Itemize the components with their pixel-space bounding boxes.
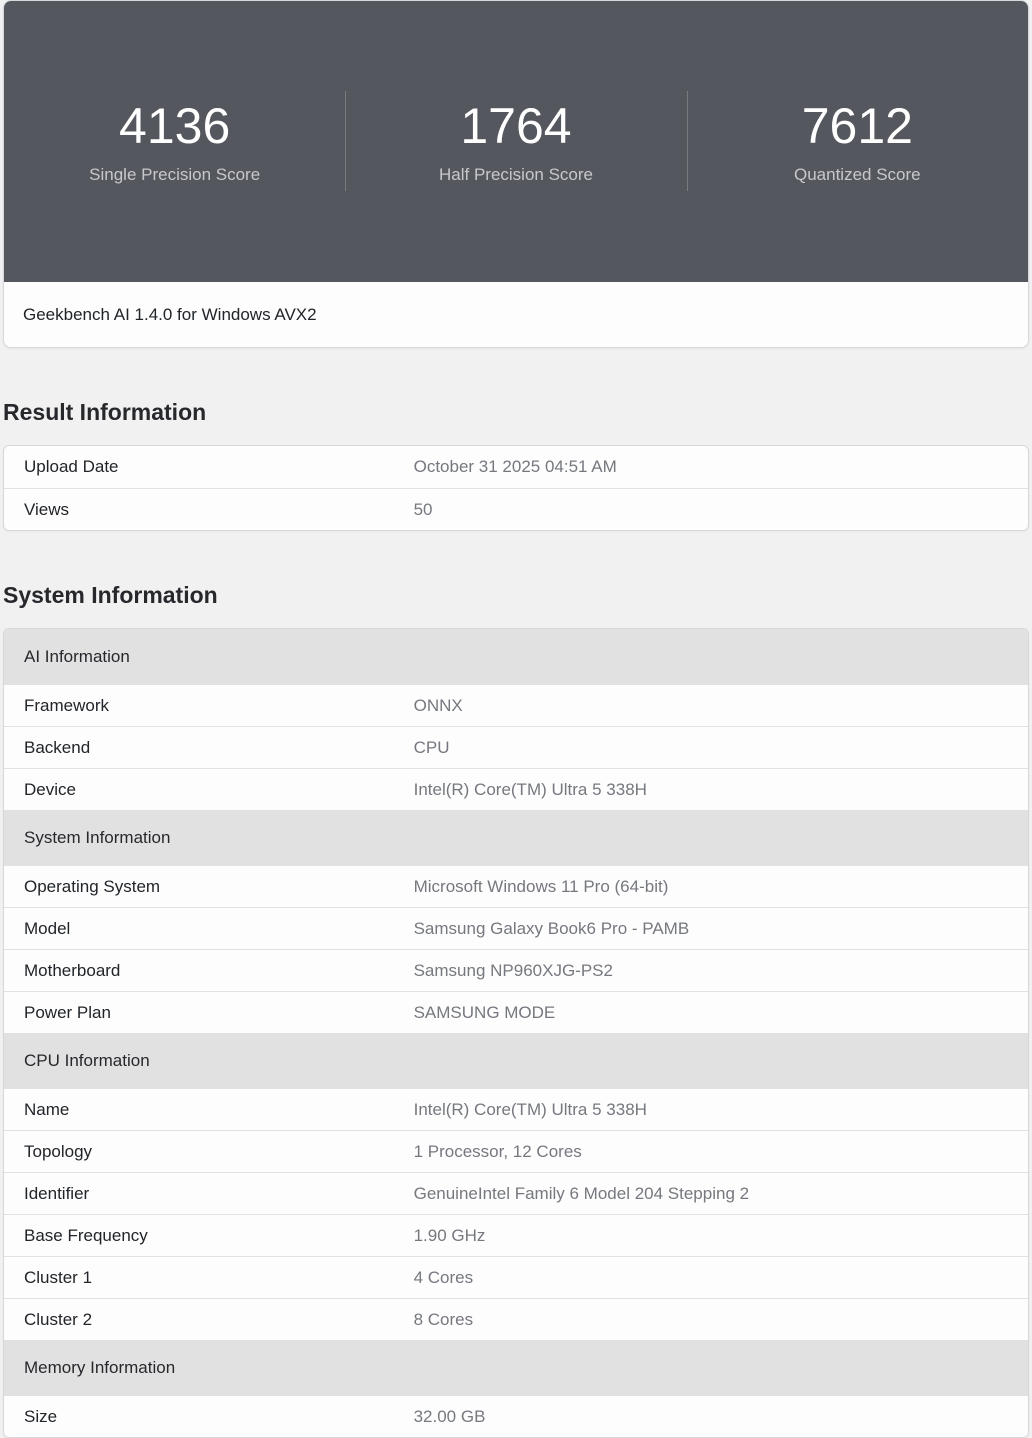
half-precision-score-label: Half Precision Score	[345, 165, 686, 185]
row-label: Views	[4, 500, 414, 520]
quantized-score: 7612 Quantized Score	[687, 98, 1028, 185]
row-label: Cluster 1	[4, 1268, 414, 1288]
table-row: Motherboard Samsung NP960XJG-PS2	[4, 949, 1028, 991]
row-value: Samsung NP960XJG-PS2	[414, 961, 629, 981]
table-row: Size 32.00 GB	[4, 1395, 1028, 1437]
page-container: 4136 Single Precision Score 1764 Half Pr…	[3, 0, 1029, 1438]
table-row: Backend CPU	[4, 726, 1028, 768]
single-precision-score-label: Single Precision Score	[4, 165, 345, 185]
row-label: Motherboard	[4, 961, 414, 981]
row-label: Operating System	[4, 877, 414, 897]
score-divider	[687, 91, 688, 191]
row-value: 1.90 GHz	[414, 1226, 502, 1246]
table-row: Operating System Microsoft Windows 11 Pr…	[4, 865, 1028, 907]
table-row: Framework ONNX	[4, 684, 1028, 726]
table-row: Cluster 1 4 Cores	[4, 1256, 1028, 1298]
section-band-title: System Information	[24, 828, 170, 848]
row-value: Intel(R) Core(TM) Ultra 5 338H	[414, 1100, 663, 1120]
system-information-heading: System Information	[3, 582, 1029, 608]
row-label: Cluster 2	[4, 1310, 414, 1330]
row-value: Samsung Galaxy Book6 Pro - PAMB	[414, 919, 706, 939]
row-value: 4 Cores	[414, 1268, 490, 1288]
row-label: Device	[4, 780, 414, 800]
row-value: Intel(R) Core(TM) Ultra 5 338H	[414, 780, 663, 800]
quantized-score-value: 7612	[687, 102, 1028, 150]
single-precision-score: 4136 Single Precision Score	[4, 98, 345, 185]
score-divider	[345, 91, 346, 191]
row-value: 50	[414, 500, 449, 520]
row-value: Microsoft Windows 11 Pro (64-bit)	[414, 877, 685, 897]
row-value: SAMSUNG MODE	[414, 1003, 572, 1023]
score-card: 4136 Single Precision Score 1764 Half Pr…	[3, 0, 1029, 348]
row-label: Name	[4, 1100, 414, 1120]
row-label: Model	[4, 919, 414, 939]
row-value: GenuineIntel Family 6 Model 204 Stepping…	[414, 1184, 765, 1204]
row-value: 1 Processor, 12 Cores	[414, 1142, 598, 1162]
benchmark-version-bar: Geekbench AI 1.4.0 for Windows AVX2	[4, 282, 1028, 347]
section-band-system-information: System Information	[4, 810, 1028, 865]
row-label: Identifier	[4, 1184, 414, 1204]
table-row: Views 50	[4, 488, 1028, 530]
section-band-ai-information: AI Information	[4, 629, 1028, 684]
row-label: Framework	[4, 696, 414, 716]
row-value: CPU	[414, 738, 466, 758]
half-precision-score-value: 1764	[345, 102, 686, 150]
row-label: Base Frequency	[4, 1226, 414, 1246]
row-label: Size	[4, 1407, 414, 1427]
result-information-heading: Result Information	[3, 399, 1029, 425]
row-label: Power Plan	[4, 1003, 414, 1023]
single-precision-score-value: 4136	[4, 102, 345, 150]
section-band-title: AI Information	[24, 647, 130, 667]
section-band-title: Memory Information	[24, 1358, 175, 1378]
table-row: Upload Date October 31 2025 04:51 AM	[4, 446, 1028, 488]
row-label: Topology	[4, 1142, 414, 1162]
result-information-table: Upload Date October 31 2025 04:51 AM Vie…	[3, 445, 1029, 531]
row-value: October 31 2025 04:51 AM	[414, 457, 633, 477]
row-label: Upload Date	[4, 457, 414, 477]
half-precision-score: 1764 Half Precision Score	[345, 98, 686, 185]
table-row: Cluster 2 8 Cores	[4, 1298, 1028, 1340]
table-row: Identifier GenuineIntel Family 6 Model 2…	[4, 1172, 1028, 1214]
table-row: Topology 1 Processor, 12 Cores	[4, 1130, 1028, 1172]
row-value: ONNX	[414, 696, 479, 716]
section-band-cpu-information: CPU Information	[4, 1033, 1028, 1088]
row-value: 8 Cores	[414, 1310, 490, 1330]
table-row: Power Plan SAMSUNG MODE	[4, 991, 1028, 1033]
table-row: Model Samsung Galaxy Book6 Pro - PAMB	[4, 907, 1028, 949]
benchmark-version-text: Geekbench AI 1.4.0 for Windows AVX2	[23, 305, 317, 325]
table-row: Device Intel(R) Core(TM) Ultra 5 338H	[4, 768, 1028, 810]
row-value: 32.00 GB	[414, 1407, 502, 1427]
section-band-title: CPU Information	[24, 1051, 150, 1071]
system-information-table: AI Information Framework ONNX Backend CP…	[3, 628, 1029, 1438]
table-row: Base Frequency 1.90 GHz	[4, 1214, 1028, 1256]
score-header: 4136 Single Precision Score 1764 Half Pr…	[4, 1, 1028, 282]
section-band-memory-information: Memory Information	[4, 1340, 1028, 1395]
table-row: Name Intel(R) Core(TM) Ultra 5 338H	[4, 1088, 1028, 1130]
row-label: Backend	[4, 738, 414, 758]
quantized-score-label: Quantized Score	[687, 165, 1028, 185]
